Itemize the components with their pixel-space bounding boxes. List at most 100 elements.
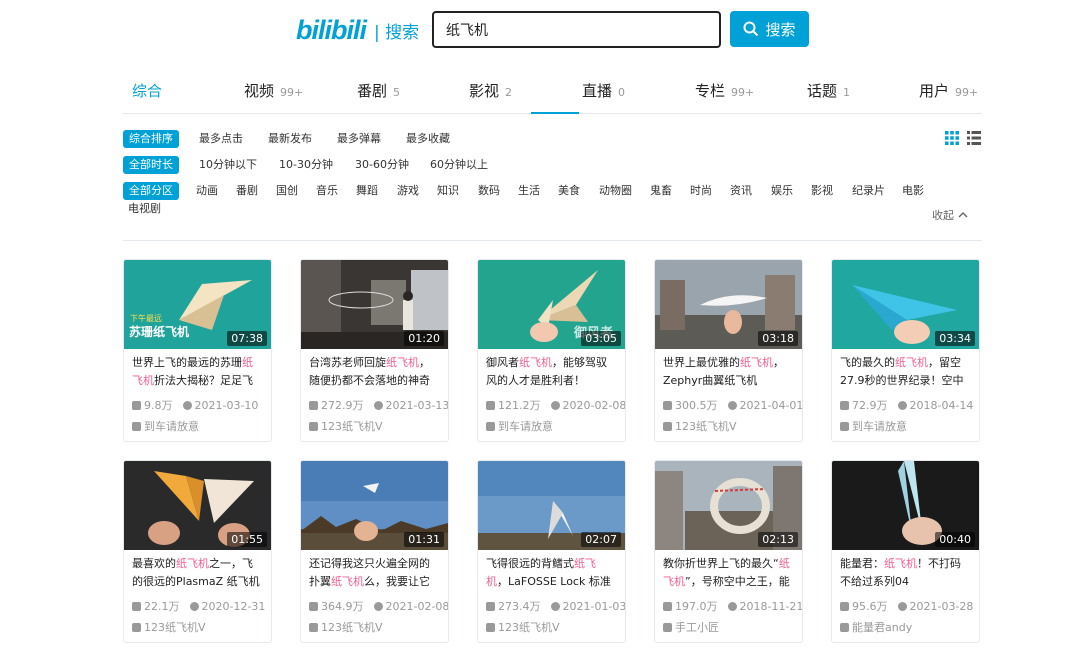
tab-video[interactable]: 视频 99+ — [244, 80, 303, 101]
tab-movie[interactable]: 影视 2 — [469, 80, 512, 101]
upload-date-value: 2018-04-14 — [909, 398, 974, 412]
search-button[interactable]: 搜索 — [730, 11, 809, 47]
tab-live[interactable]: 直播 0 — [582, 80, 625, 101]
filter-category[interactable]: 电视剧 — [128, 200, 161, 218]
video-thumbnail[interactable]: 03:34 — [832, 260, 979, 349]
bilibili-logo[interactable]: bilibili | 搜索 — [296, 15, 419, 46]
uploader-link[interactable]: 123纸飞机V — [132, 619, 263, 635]
list-view-icon[interactable] — [967, 131, 981, 145]
tab-article[interactable]: 专栏 99+ — [695, 80, 754, 101]
filter-all-category[interactable]: 全部分区 — [123, 182, 179, 200]
video-card[interactable]: 01:20 台湾苏老师回旋纸飞机，随便扔都不会落地的神奇纸 272.9万 202… — [300, 259, 449, 442]
video-title[interactable]: 还记得我这只火遍全网的扑翼纸飞机么，我要让它飞回 — [309, 555, 440, 591]
video-thumbnail[interactable]: 01:31 — [301, 461, 448, 550]
upload-date: 2021-03-13 — [373, 397, 448, 413]
filter-category[interactable]: 鬼畜 — [650, 182, 672, 200]
filter-category[interactable]: 纪录片 — [852, 182, 885, 200]
filter-category[interactable]: 影视 — [811, 182, 833, 200]
video-title[interactable]: 世界上飞的最远的苏珊纸飞机折法大揭秘？足足飞了 — [132, 354, 263, 390]
divider — [123, 240, 982, 241]
tab-bangumi[interactable]: 番剧 5 — [357, 80, 400, 101]
view-count-value: 273.4万 — [498, 600, 541, 613]
filter-category[interactable]: 生活 — [518, 182, 540, 200]
tab-topic[interactable]: 话题 1 — [807, 80, 850, 101]
uploader-link[interactable]: 能量君andy — [840, 619, 971, 635]
user-icon — [309, 421, 318, 431]
video-card[interactable]: 02:13 教你折世界上飞的最久“纸飞机”，号称空中之王，能飞多 197.0万 … — [654, 460, 803, 643]
filter-all-duration[interactable]: 全部时长 — [123, 156, 179, 174]
title-text: 世界上最优雅的 — [663, 356, 740, 369]
video-duration: 00:40 — [935, 532, 975, 547]
title-highlight: 纸飞机 — [519, 356, 552, 369]
video-thumbnail[interactable]: 00:40 — [832, 461, 979, 550]
filter-most-danmaku[interactable]: 最多弹幕 — [337, 130, 381, 148]
video-thumbnail[interactable]: 下午最远 苏珊纸飞机 07:38 — [124, 260, 271, 349]
video-card[interactable]: 01:55 最喜欢的纸飞机之一，飞的很远的PlasmaZ 纸飞机 22.1万 2… — [123, 460, 272, 643]
video-title[interactable]: 世界上最优雅的纸飞机，Zephyr曲翼纸飞机 — [663, 354, 794, 390]
filter-under-10min[interactable]: 10分钟以下 — [199, 156, 257, 174]
title-highlight: 纸飞机 — [176, 557, 209, 570]
uploader-link[interactable]: 到车请放意 — [486, 418, 617, 434]
uploader-link[interactable]: 123纸飞机V — [486, 619, 617, 635]
collapse-filters-button[interactable]: 收起 — [932, 207, 968, 223]
filter-category[interactable]: 音乐 — [316, 182, 338, 200]
video-card[interactable]: 03:18 世界上最优雅的纸飞机，Zephyr曲翼纸飞机 300.5万 2021… — [654, 259, 803, 442]
filter-category[interactable]: 国创 — [276, 182, 298, 200]
tab-user[interactable]: 用户 99+ — [919, 80, 978, 101]
filter-category[interactable]: 美食 — [558, 182, 580, 200]
uploader-link[interactable]: 123纸飞机V — [663, 418, 794, 434]
filter-category[interactable]: 游戏 — [397, 182, 419, 200]
play-icon — [132, 601, 141, 611]
sort-filter-row: 综合排序 最多点击 最新发布 最多弹幕 最多收藏 — [123, 130, 982, 156]
filter-category[interactable]: 番剧 — [236, 182, 258, 200]
filter-most-favorites[interactable]: 最多收藏 — [406, 130, 450, 148]
video-thumbnail[interactable]: 御风者 03:05 — [478, 260, 625, 349]
video-duration: 01:55 — [227, 532, 267, 547]
filter-most-clicks[interactable]: 最多点击 — [199, 130, 243, 148]
filter-category[interactable]: 数码 — [478, 182, 500, 200]
filter-30-60min[interactable]: 30-60分钟 — [355, 156, 409, 174]
video-title[interactable]: 御风者纸飞机，能够驾驭风的人才是胜利者！ — [486, 354, 617, 390]
filter-category[interactable]: 电影 — [902, 182, 924, 200]
video-card[interactable]: 00:40 能量君：纸飞机！不打码不给过系列04 95.6万 2021-03-2… — [831, 460, 980, 643]
uploader-link[interactable]: 到车请放意 — [132, 418, 263, 434]
title-text: 飞的最久的 — [840, 356, 895, 369]
search-input-value: 纸飞机 — [446, 22, 488, 39]
filter-category[interactable]: 时尚 — [690, 182, 712, 200]
uploader-link[interactable]: 123纸飞机V — [309, 418, 440, 434]
video-card[interactable]: 御风者 03:05 御风者纸飞机，能够驾驭风的人才是胜利者！ 121.2万 20… — [477, 259, 626, 442]
video-title[interactable]: 教你折世界上飞的最久“纸飞机”，号称空中之王，能飞多 — [663, 555, 794, 591]
video-card[interactable]: 02:07 飞得很远的背鳍式纸飞机，LaFOSSE Lock 标准型 273.4… — [477, 460, 626, 643]
filter-10-30min[interactable]: 10-30分钟 — [279, 156, 333, 174]
search-input[interactable]: 纸飞机 — [432, 11, 721, 48]
grid-view-icon[interactable] — [945, 131, 959, 145]
video-card[interactable]: 01:31 还记得我这只火遍全网的扑翼纸飞机么，我要让它飞回 364.9万 20… — [300, 460, 449, 643]
tab-all[interactable]: 综合 — [132, 80, 162, 101]
video-thumbnail[interactable]: 02:13 — [655, 461, 802, 550]
filter-newest[interactable]: 最新发布 — [268, 130, 312, 148]
video-title[interactable]: 能量君：纸飞机！不打码不给过系列04 — [840, 555, 971, 591]
filter-category[interactable]: 资讯 — [730, 182, 752, 200]
video-thumbnail[interactable]: 03:18 — [655, 260, 802, 349]
filter-over-60min[interactable]: 60分钟以上 — [430, 156, 488, 174]
uploader-link[interactable]: 到车请放意 — [840, 418, 971, 434]
video-thumbnail[interactable]: 01:20 — [301, 260, 448, 349]
uploader-link[interactable]: 123纸飞机V — [309, 619, 440, 635]
video-card[interactable]: 下午最远 苏珊纸飞机 07:38 世界上飞的最远的苏珊纸飞机折法大揭秘？足足飞了… — [123, 259, 272, 442]
video-thumbnail[interactable]: 02:07 — [478, 461, 625, 550]
filter-category[interactable]: 舞蹈 — [356, 182, 378, 200]
filter-category[interactable]: 知识 — [437, 182, 459, 200]
view-count-value: 272.9万 — [321, 399, 364, 412]
uploader-link[interactable]: 手工小匠 — [663, 619, 794, 635]
filter-category[interactable]: 娱乐 — [771, 182, 793, 200]
filter-category[interactable]: 动物圈 — [599, 182, 632, 200]
video-thumbnail[interactable]: 01:55 — [124, 461, 271, 550]
filter-category[interactable]: 动画 — [196, 182, 218, 200]
filter-sort-default[interactable]: 综合排序 — [123, 130, 179, 148]
video-title[interactable]: 最喜欢的纸飞机之一，飞的很远的PlasmaZ 纸飞机 — [132, 555, 263, 591]
video-title[interactable]: 飞的最久的纸飞机，留空27.9秒的世界纪录！空中之 — [840, 354, 971, 390]
video-title[interactable]: 台湾苏老师回旋纸飞机，随便扔都不会落地的神奇纸 — [309, 354, 440, 390]
video-title[interactable]: 飞得很远的背鳍式纸飞机，LaFOSSE Lock 标准型 — [486, 555, 617, 591]
upload-date: 2020-12-31 — [189, 598, 265, 614]
video-card[interactable]: 03:34 飞的最久的纸飞机，留空27.9秒的世界纪录！空中之 72.9万 20… — [831, 259, 980, 442]
